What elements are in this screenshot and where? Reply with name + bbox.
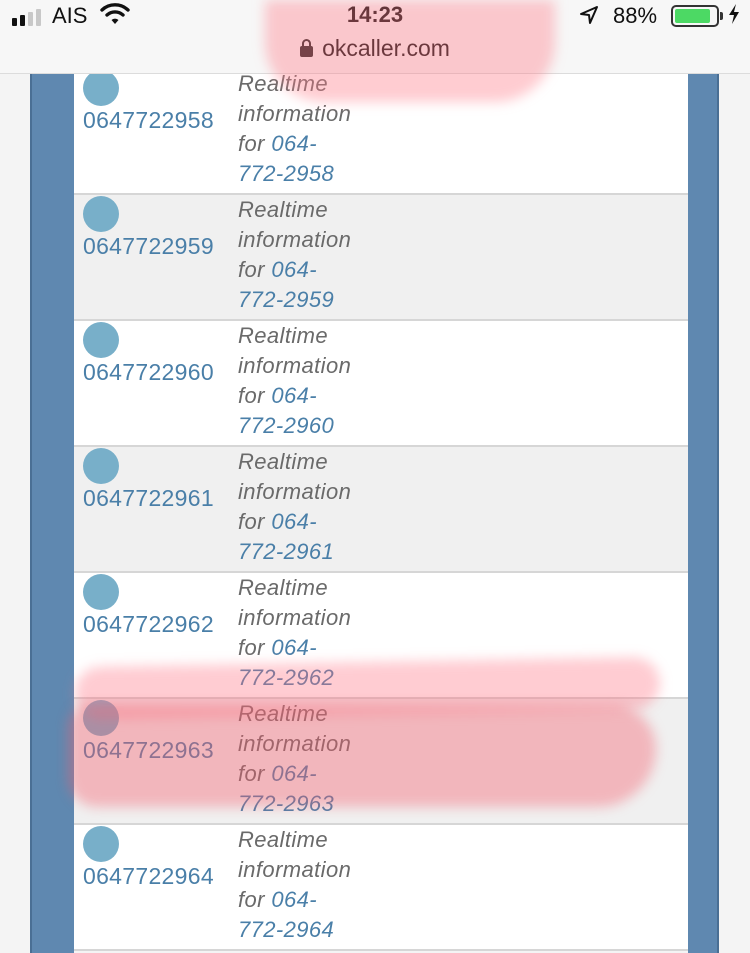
battery-nub <box>720 12 723 20</box>
battery-percent: 88% <box>613 3 658 28</box>
realtime-info-text: Realtime information for 064- 772-2960 <box>238 323 352 438</box>
realtime-info-text: Realtime information for 064- 772-2958 <box>238 74 352 186</box>
page-frame-left <box>30 74 74 953</box>
phone-number-link[interactable]: 0647722964 <box>83 863 214 890</box>
battery-fill <box>675 9 711 23</box>
url-bar[interactable]: okcaller.com <box>0 34 750 74</box>
realtime-info-text: Realtime information for 064- 772-2961 <box>238 449 352 564</box>
list-item: 0647722958 Realtime information for 064- 77… <box>74 74 688 195</box>
number-list: 0647722958 Realtime information for 064- 77… <box>74 74 688 953</box>
phone-number-link[interactable]: 0647722963 <box>83 737 214 764</box>
location-arrow-icon <box>578 4 600 31</box>
list-item: 0647722964 Realtime information for 064- 77… <box>74 825 688 951</box>
realtime-info-text: Realtime information for 064- 772-2964 <box>238 827 352 942</box>
phone-number-link[interactable]: 0647722960 <box>83 359 214 386</box>
list-item: 0647722960 Realtime information for 064- 77… <box>74 321 688 447</box>
avatar <box>83 448 119 484</box>
avatar <box>83 826 119 862</box>
phone-number-link[interactable]: 0647722962 <box>83 611 214 638</box>
phone-number-link[interactable]: 0647722961 <box>83 485 214 512</box>
page-content: 0647722958 Realtime information for 064- 77… <box>0 74 750 953</box>
avatar <box>83 574 119 610</box>
page-frame-right <box>688 74 719 953</box>
lock-icon <box>300 39 314 57</box>
realtime-info-text: Realtime information for 064- 772-2962 <box>238 575 352 690</box>
avatar <box>83 322 119 358</box>
list-item: 0647722963 Realtime information for 064- 77… <box>74 699 688 825</box>
url-domain[interactable]: okcaller.com <box>322 35 450 61</box>
realtime-info-text: Realtime information for 064- 772-2963 <box>238 701 352 816</box>
avatar <box>83 700 119 736</box>
status-bar: AIS 14:23 88% <box>0 0 750 34</box>
battery-icon <box>671 5 719 27</box>
realtime-info-text: Realtime information for 064- 772-2959 <box>238 197 352 312</box>
phone-number-link[interactable]: 0647722959 <box>83 233 214 260</box>
phone-number-link[interactable]: 0647722958 <box>83 107 214 134</box>
avatar <box>83 196 119 232</box>
avatar <box>83 74 119 106</box>
list-item: 0647722959 Realtime information for 064- 77… <box>74 195 688 321</box>
list-item: 0647722962 Realtime information for 064- 77… <box>74 573 688 699</box>
list-item: 0647722961 Realtime information for 064- 77… <box>74 447 688 573</box>
charging-bolt-icon <box>727 3 741 31</box>
